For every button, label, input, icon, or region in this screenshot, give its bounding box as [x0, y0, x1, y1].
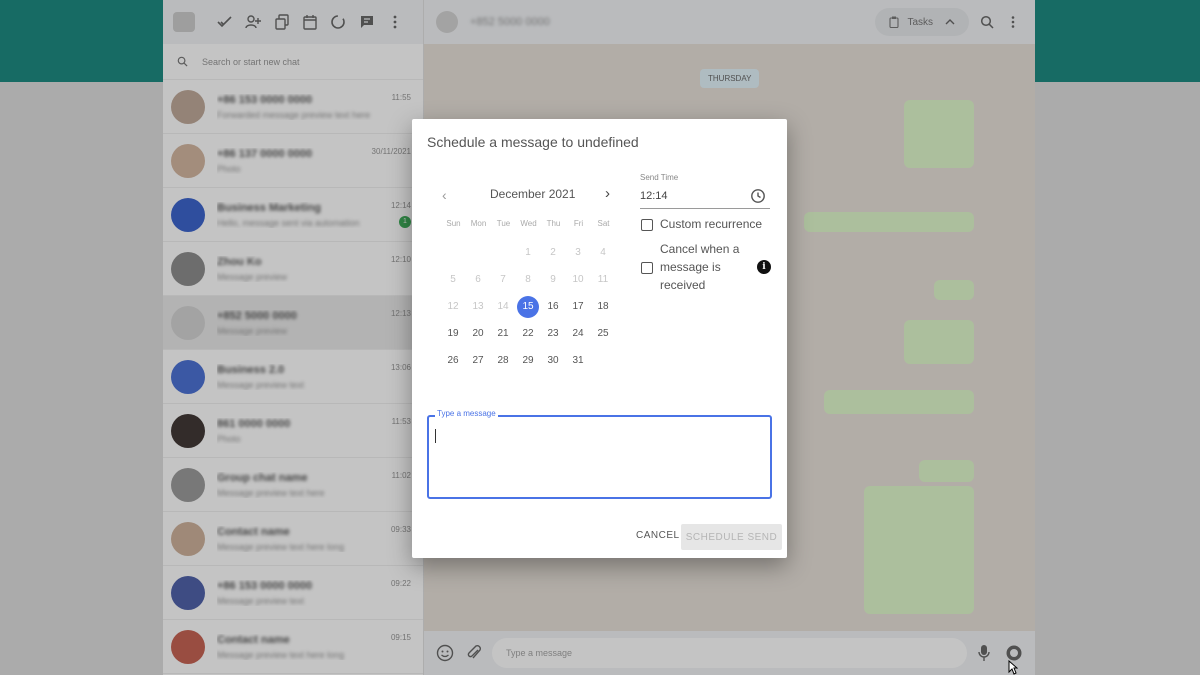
calendar-day[interactable]: 23: [542, 323, 564, 345]
weekday-header: Tue: [496, 219, 511, 228]
calendar-day[interactable]: 17: [567, 296, 589, 318]
calendar-day[interactable]: 18: [592, 296, 614, 318]
cancel-when-label[interactable]: received: [660, 276, 705, 294]
calendar-day[interactable]: 26: [442, 350, 464, 372]
prev-month-button[interactable]: ‹: [442, 187, 447, 203]
calendar-day[interactable]: 21: [492, 323, 514, 345]
calendar-day: 9: [550, 274, 556, 285]
calendar-day[interactable]: 31: [567, 350, 589, 372]
clock-icon[interactable]: [750, 188, 766, 204]
mouse-cursor: [1008, 660, 1018, 675]
calendar-day[interactable]: 27: [467, 350, 489, 372]
calendar-day: 5: [450, 274, 456, 285]
calendar-day: 12: [447, 301, 459, 312]
info-icon[interactable]: i: [757, 260, 771, 274]
calendar-day[interactable]: 22: [517, 323, 539, 345]
dialog-title: Schedule a message to undefined: [427, 134, 639, 150]
custom-recurrence-checkbox[interactable]: [641, 219, 653, 231]
calendar-day: 13: [472, 301, 484, 312]
weekday-header: Mon: [470, 219, 487, 228]
custom-recurrence-label[interactable]: Custom recurrence: [660, 215, 762, 233]
calendar-day[interactable]: 24: [567, 323, 589, 345]
send-time-value[interactable]: 12:14: [640, 190, 668, 202]
send-time-label: Send Time: [640, 173, 679, 182]
calendar-day[interactable]: 25: [592, 323, 614, 345]
calendar-day[interactable]: 20: [467, 323, 489, 345]
calendar-day[interactable]: 30: [542, 350, 564, 372]
calendar-day[interactable]: 16: [542, 296, 564, 318]
calendar-day: 14: [497, 301, 509, 312]
weekday-header: Sat: [597, 219, 610, 228]
cancel-when-label[interactable]: Cancel when a: [660, 240, 739, 258]
calendar-day: 10: [572, 274, 584, 285]
message-label: Type a message: [435, 409, 498, 418]
next-month-button[interactable]: ›: [605, 185, 610, 202]
schedule-send-button[interactable]: SCHEDULE SEND: [681, 524, 782, 550]
calendar-day[interactable]: 29: [517, 350, 539, 372]
weekday-header: Fri: [573, 219, 584, 228]
calendar-day: 7: [500, 274, 506, 285]
calendar-day-selected[interactable]: 15: [517, 296, 539, 318]
cancel-when-received-checkbox[interactable]: [641, 262, 653, 274]
schedule-message-dialog: Schedule a message to undefined ‹ Decemb…: [412, 119, 787, 558]
calendar-day: 8: [525, 274, 531, 285]
calendar-day: 3: [575, 247, 581, 258]
calendar-day: 11: [597, 274, 609, 285]
calendar-day: 1: [525, 247, 531, 258]
cancel-button[interactable]: CANCEL: [632, 526, 684, 545]
calendar-day: 2: [550, 247, 556, 258]
calendar-day[interactable]: 19: [442, 323, 464, 345]
cancel-when-label[interactable]: message is: [660, 258, 721, 276]
calendar-day: 6: [475, 274, 481, 285]
weekday-header: Wed: [520, 219, 537, 228]
message-textarea[interactable]: Type a message: [427, 409, 772, 499]
send-time-field[interactable]: 12:14: [640, 187, 770, 209]
calendar-day: 4: [600, 247, 606, 258]
weekday-header: Sun: [446, 219, 461, 228]
weekday-header: Thu: [546, 219, 561, 228]
calendar-month-label: December 2021: [490, 187, 576, 201]
text-caret: [435, 429, 436, 443]
calendar-day[interactable]: 28: [492, 350, 514, 372]
